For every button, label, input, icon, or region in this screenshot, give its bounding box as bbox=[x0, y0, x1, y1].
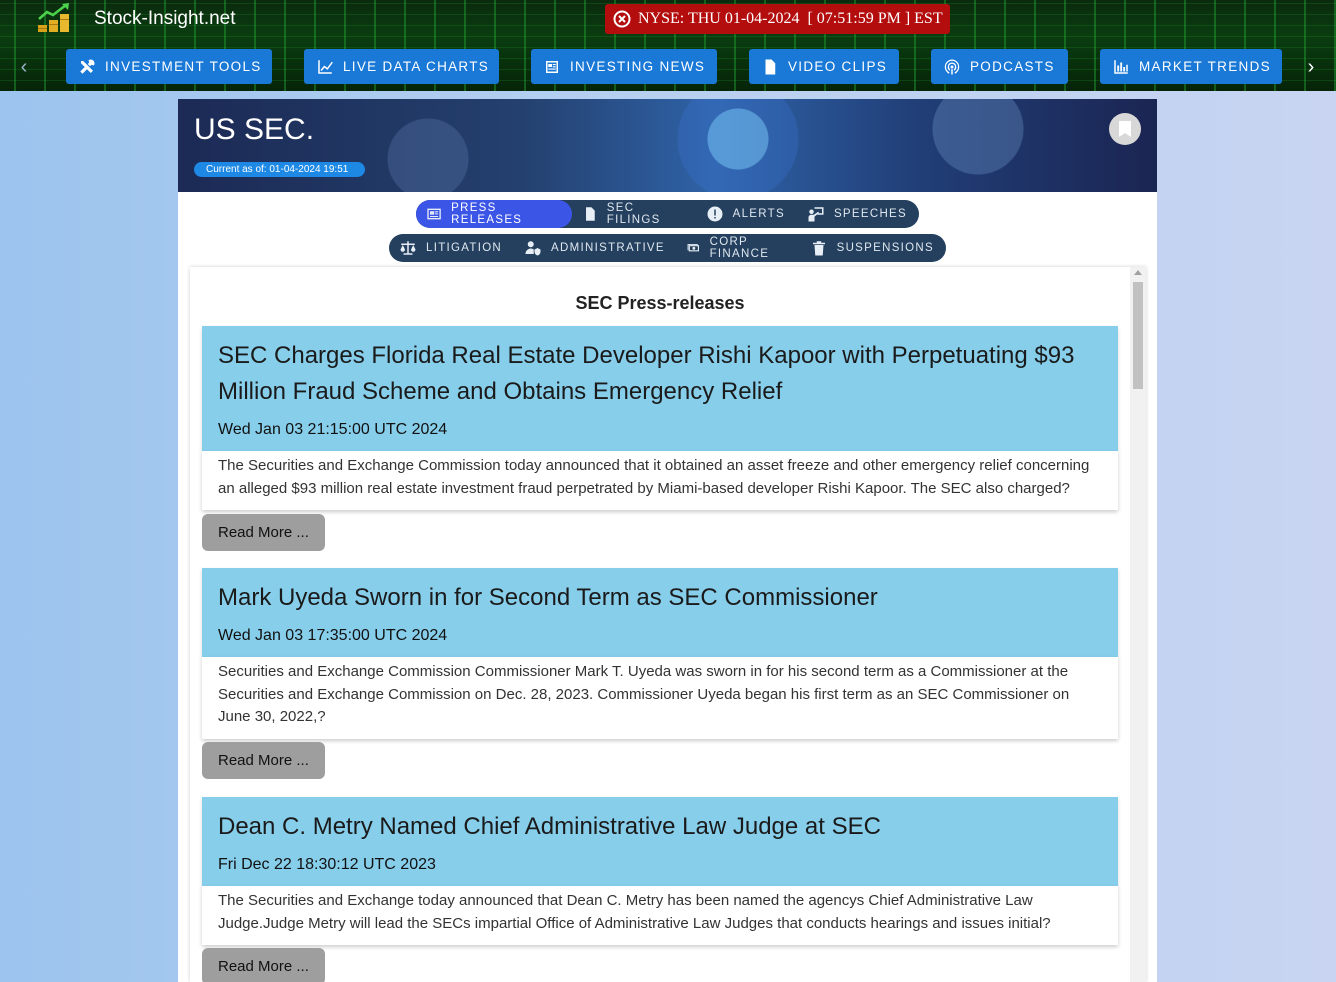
podcast-icon bbox=[944, 59, 960, 74]
trash-icon bbox=[812, 241, 825, 256]
tab-label: Speeches bbox=[833, 208, 907, 220]
tab-label: Corp Finance bbox=[709, 236, 770, 260]
nav-video-clips[interactable]: Video Clips bbox=[749, 49, 899, 84]
item-summary: The Securities and Exchange today announ… bbox=[202, 886, 1118, 945]
list-item: SEC Charges Florida Real Estate Develope… bbox=[202, 326, 1118, 510]
top-header: Stock-Insight.net NYSE: THU 01-04-2024 [… bbox=[0, 0, 1336, 91]
video-file-icon bbox=[765, 59, 776, 74]
speaker-icon bbox=[808, 207, 824, 222]
nav-market-trends[interactable]: Market Trends bbox=[1100, 49, 1282, 84]
tab-label: Administrative bbox=[551, 242, 665, 254]
cash-icon bbox=[687, 243, 699, 252]
bar-chart-icon bbox=[1114, 59, 1128, 74]
tab-suspensions[interactable]: Suspensions bbox=[800, 234, 946, 262]
tab-row-secondary: Litigation Administrative Corp Finance S… bbox=[389, 234, 946, 262]
sec-card: US SEC. Current as of: 01-04-2024 19:51 … bbox=[178, 99, 1157, 982]
tab-corp-finance[interactable]: Corp Finance bbox=[677, 234, 800, 262]
read-more-button[interactable]: Read More ... bbox=[202, 514, 325, 551]
nav-label: Investment Tools bbox=[105, 59, 262, 74]
scrollbar-thumb[interactable] bbox=[1133, 282, 1143, 389]
item-title[interactable]: Dean C. Metry Named Chief Administrative… bbox=[218, 809, 1102, 845]
feed-scrollbar[interactable] bbox=[1130, 267, 1146, 982]
item-summary: The Securities and Exchange Commission t… bbox=[202, 451, 1118, 510]
nav-label: Investing News bbox=[570, 59, 706, 74]
item-summary: Securities and Exchange Commission Commi… bbox=[202, 657, 1118, 739]
nav-podcasts[interactable]: Podcasts bbox=[931, 49, 1068, 84]
nav-label: Market Trends bbox=[1139, 59, 1271, 74]
tab-sec-filings[interactable]: SEC Filings bbox=[572, 200, 696, 228]
tab-label: Press Releases bbox=[451, 202, 523, 226]
tab-row-primary: Press Releases SEC Filings Alerts Speech… bbox=[416, 200, 919, 228]
logo-icon[interactable] bbox=[36, 3, 72, 33]
read-more-button[interactable]: Read More ... bbox=[202, 948, 325, 982]
nav-scroll-right-button[interactable]: › bbox=[1301, 57, 1321, 77]
scroll-up-arrow-icon[interactable] bbox=[1134, 270, 1142, 275]
list-item: Dean C. Metry Named Chief Administrative… bbox=[202, 797, 1118, 945]
bookmark-icon bbox=[1119, 121, 1131, 137]
item-header: Mark Uyeda Sworn in for Second Term as S… bbox=[202, 568, 1118, 657]
user-shield-icon bbox=[525, 241, 541, 256]
read-more-button[interactable]: Read More ... bbox=[202, 742, 325, 779]
bookmark-button[interactable] bbox=[1109, 113, 1141, 145]
line-chart-icon bbox=[318, 59, 333, 74]
newspaper-icon bbox=[427, 208, 441, 220]
nav-label: Podcasts bbox=[970, 59, 1055, 74]
tab-label: SEC Filings bbox=[606, 202, 661, 226]
item-title[interactable]: SEC Charges Florida Real Estate Develope… bbox=[218, 338, 1102, 410]
close-circle-icon bbox=[613, 10, 631, 28]
tab-speeches[interactable]: Speeches bbox=[797, 200, 919, 228]
item-header: SEC Charges Florida Real Estate Develope… bbox=[202, 326, 1118, 451]
hero-banner: US SEC. Current as of: 01-04-2024 19:51 bbox=[178, 99, 1157, 192]
tab-press-releases[interactable]: Press Releases bbox=[416, 200, 572, 228]
list-item: Mark Uyeda Sworn in for Second Term as S… bbox=[202, 568, 1118, 739]
clock-text: NYSE: THU 01-04-2024 [ 07:51:59 PM ] EST bbox=[638, 10, 943, 27]
page-title: US SEC. bbox=[194, 113, 315, 146]
nav-label: Video Clips bbox=[788, 59, 888, 74]
tab-alerts[interactable]: Alerts bbox=[696, 200, 797, 228]
site-brand[interactable]: Stock-Insight.net bbox=[94, 8, 236, 30]
tab-label: Suspensions bbox=[836, 242, 934, 254]
nav-live-data-charts[interactable]: Live Data Charts bbox=[304, 49, 499, 84]
nav-scroll-left-button[interactable]: ‹ bbox=[14, 57, 34, 77]
nav-investment-tools[interactable]: Investment Tools bbox=[66, 49, 272, 84]
item-date: Wed Jan 03 17:35:00 UTC 2024 bbox=[218, 627, 448, 644]
nav-label: Live Data Charts bbox=[343, 59, 490, 74]
scale-icon bbox=[400, 241, 416, 255]
tools-icon bbox=[80, 58, 95, 74]
item-date: Fri Dec 22 18:30:12 UTC 2023 bbox=[218, 856, 436, 873]
item-title[interactable]: Mark Uyeda Sworn in for Second Term as S… bbox=[218, 580, 1102, 616]
as-of-badge: Current as of: 01-04-2024 19:51 bbox=[194, 162, 365, 177]
nav-investing-news[interactable]: Investing News bbox=[531, 49, 717, 84]
alert-icon bbox=[707, 206, 723, 222]
tab-label: Alerts bbox=[732, 208, 785, 220]
feed-panel[interactable]: SEC Press-releases SEC Charges Florida R… bbox=[190, 267, 1146, 982]
tab-label: Litigation bbox=[426, 242, 503, 254]
market-clock: NYSE: THU 01-04-2024 [ 07:51:59 PM ] EST bbox=[605, 4, 950, 34]
item-date: Wed Jan 03 21:15:00 UTC 2024 bbox=[218, 421, 448, 438]
item-header: Dean C. Metry Named Chief Administrative… bbox=[202, 797, 1118, 886]
newspaper-icon bbox=[546, 60, 558, 73]
tab-administrative[interactable]: Administrative bbox=[514, 234, 677, 262]
file-upload-icon bbox=[585, 207, 595, 221]
tab-litigation[interactable]: Litigation bbox=[389, 234, 514, 262]
feed-title: SEC Press-releases bbox=[575, 293, 745, 313]
